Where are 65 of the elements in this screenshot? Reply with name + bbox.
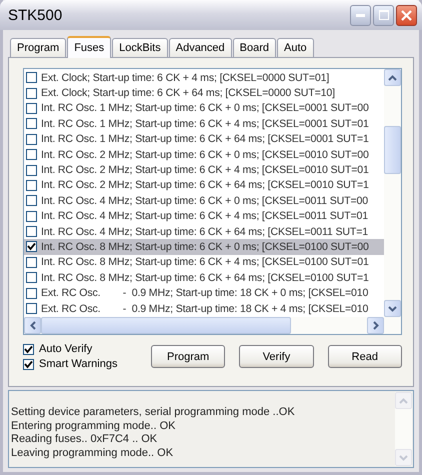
fuse-option[interactable]: Ext. Clock; Start-up time: 6 CK + 64 ms; [CKSEL=0000 SUT=10]	[24, 85, 384, 101]
log-line: Setting device parameters, serial programming mode ..OK	[11, 406, 296, 420]
fuse-option[interactable]: Int. RC Osc. 8 MHz; Start-up time: 6 CK + 0 ms; [CKSEL=0100 SUT=00	[24, 239, 384, 255]
fuse-option[interactable]: Ext. RC Osc. - 0.9 MHz; Start-up time: 18 CK + 4 ms; [CKSEL=010	[24, 300, 384, 316]
check-icon	[27, 242, 36, 252]
tab[interactable]: Board	[232, 38, 276, 57]
log-line: Entering programming mode.. OK	[11, 420, 176, 433]
checkbox[interactable]	[26, 303, 37, 314]
fuse-option[interactable]: Ext. RC Osc. - 0.9 MHz; Start-up time: 18 CK + 0 ms; [CKSEL=010	[24, 285, 384, 301]
window-title: STK500	[8, 6, 64, 24]
checkbox[interactable]	[23, 358, 34, 370]
checkbox[interactable]	[26, 102, 37, 114]
fuse-option[interactable]: Int. RC Osc. 2 MHz; Start-up time: 6 CK + 0 ms; [CKSEL=0010 SUT=00	[24, 146, 384, 162]
fuse-option[interactable]: Ext. Clock; Start-up time: 6 CK + 4 ms; [CKSEL=0000 SUT=01]	[24, 70, 384, 86]
fuse-option[interactable]: Int. RC Osc. 8 MHz; Start-up time: 6 CK + 4 ms; [CKSEL=0100 SUT=01	[24, 254, 384, 270]
scroll-thumb[interactable]	[41, 317, 291, 334]
checkbox[interactable]	[26, 288, 37, 299]
checkbox[interactable]	[26, 134, 37, 145]
log-line: Leaving programming mode.. OK	[11, 446, 174, 460]
action-button[interactable]: Verify	[239, 345, 314, 368]
action-button[interactable]: Program	[150, 345, 226, 368]
fuse-option[interactable]: Int. RC Osc. 8 MHz; Start-up time: 6 CK + 64 ms; [CKSEL=0100 SUT=1	[24, 270, 384, 286]
fuse-option[interactable]: Int. RC Osc. 2 MHz; Start-up time: 6 CK + 64 ms; [CKSEL=0010 SUT=1	[24, 178, 384, 194]
scroll-up-button[interactable]	[384, 69, 401, 86]
maximize-icon	[378, 10, 388, 20]
action-button[interactable]: Read	[328, 345, 402, 368]
fuse-option[interactable]: Int. RC Osc. 1 MHz; Start-up time: 6 CK + 0 ms; [CKSEL=0001 SUT=00	[24, 100, 384, 116]
tab[interactable]: LockBits	[112, 38, 168, 57]
checkbox[interactable]	[26, 226, 37, 238]
checkbox[interactable]	[26, 180, 37, 191]
checkbox-label: Auto Verify	[39, 343, 92, 355]
horizontal-scrollbar[interactable]	[24, 317, 401, 334]
checkbox[interactable]	[26, 256, 37, 268]
minimize-icon	[356, 14, 365, 16]
fuse-option[interactable]: Int. RC Osc. 4 MHz; Start-up time: 6 CK + 0 ms; [CKSEL=0011 SUT=00	[24, 193, 384, 209]
fuse-option[interactable]: Int. RC Osc. 4 MHz; Start-up time: 6 CK + 4 ms; [CKSEL=0011 SUT=01	[24, 208, 384, 224]
checkbox[interactable]	[26, 72, 37, 84]
checkbox[interactable]	[26, 164, 37, 176]
vertical-scrollbar[interactable]	[384, 69, 401, 317]
checkbox[interactable]	[26, 272, 37, 284]
checkbox[interactable]	[23, 344, 34, 354]
fuse-option[interactable]: Int. RC Osc. 4 MHz; Start-up time: 6 CK + 64 ms; [CKSEL=0011 SUT=1	[24, 224, 384, 240]
scroll-thumb[interactable]	[384, 126, 401, 174]
tab[interactable]: Program	[10, 38, 66, 57]
fuse-option[interactable]: Int. RC Osc. 1 MHz; Start-up time: 6 CK + 4 ms; [CKSEL=0001 SUT=01	[24, 116, 384, 132]
scroll-left-button[interactable]	[24, 317, 41, 334]
scroll-down-button[interactable]	[384, 300, 401, 317]
checkbox[interactable]	[26, 241, 37, 252]
checkbox-label: Smart Warnings	[39, 358, 118, 370]
checkbox[interactable]	[26, 88, 37, 99]
fuse-option[interactable]: Int. RC Osc. 1 MHz; Start-up time: 6 CK + 64 ms; [CKSEL=0001 SUT=1	[24, 132, 384, 147]
close-button[interactable]	[396, 4, 417, 26]
checkbox[interactable]	[26, 149, 37, 160]
scroll-right-button[interactable]	[367, 317, 384, 334]
checkbox[interactable]	[26, 118, 37, 130]
minimize-button[interactable]	[350, 4, 371, 26]
tab[interactable]: Advanced	[168, 38, 232, 57]
tab[interactable]: Fuses	[67, 36, 112, 58]
fuse-option[interactable]: Int. RC Osc. 2 MHz; Start-up time: 6 CK + 4 ms; [CKSEL=0010 SUT=01	[24, 162, 384, 178]
maximize-button[interactable]	[373, 4, 394, 26]
tab[interactable]: Auto	[277, 38, 314, 57]
checkbox[interactable]	[26, 195, 37, 206]
checkbox[interactable]	[26, 210, 37, 222]
close-icon	[401, 10, 412, 20]
log-line: Reading fuses.. 0xF7C4 .. OK	[11, 433, 158, 446]
